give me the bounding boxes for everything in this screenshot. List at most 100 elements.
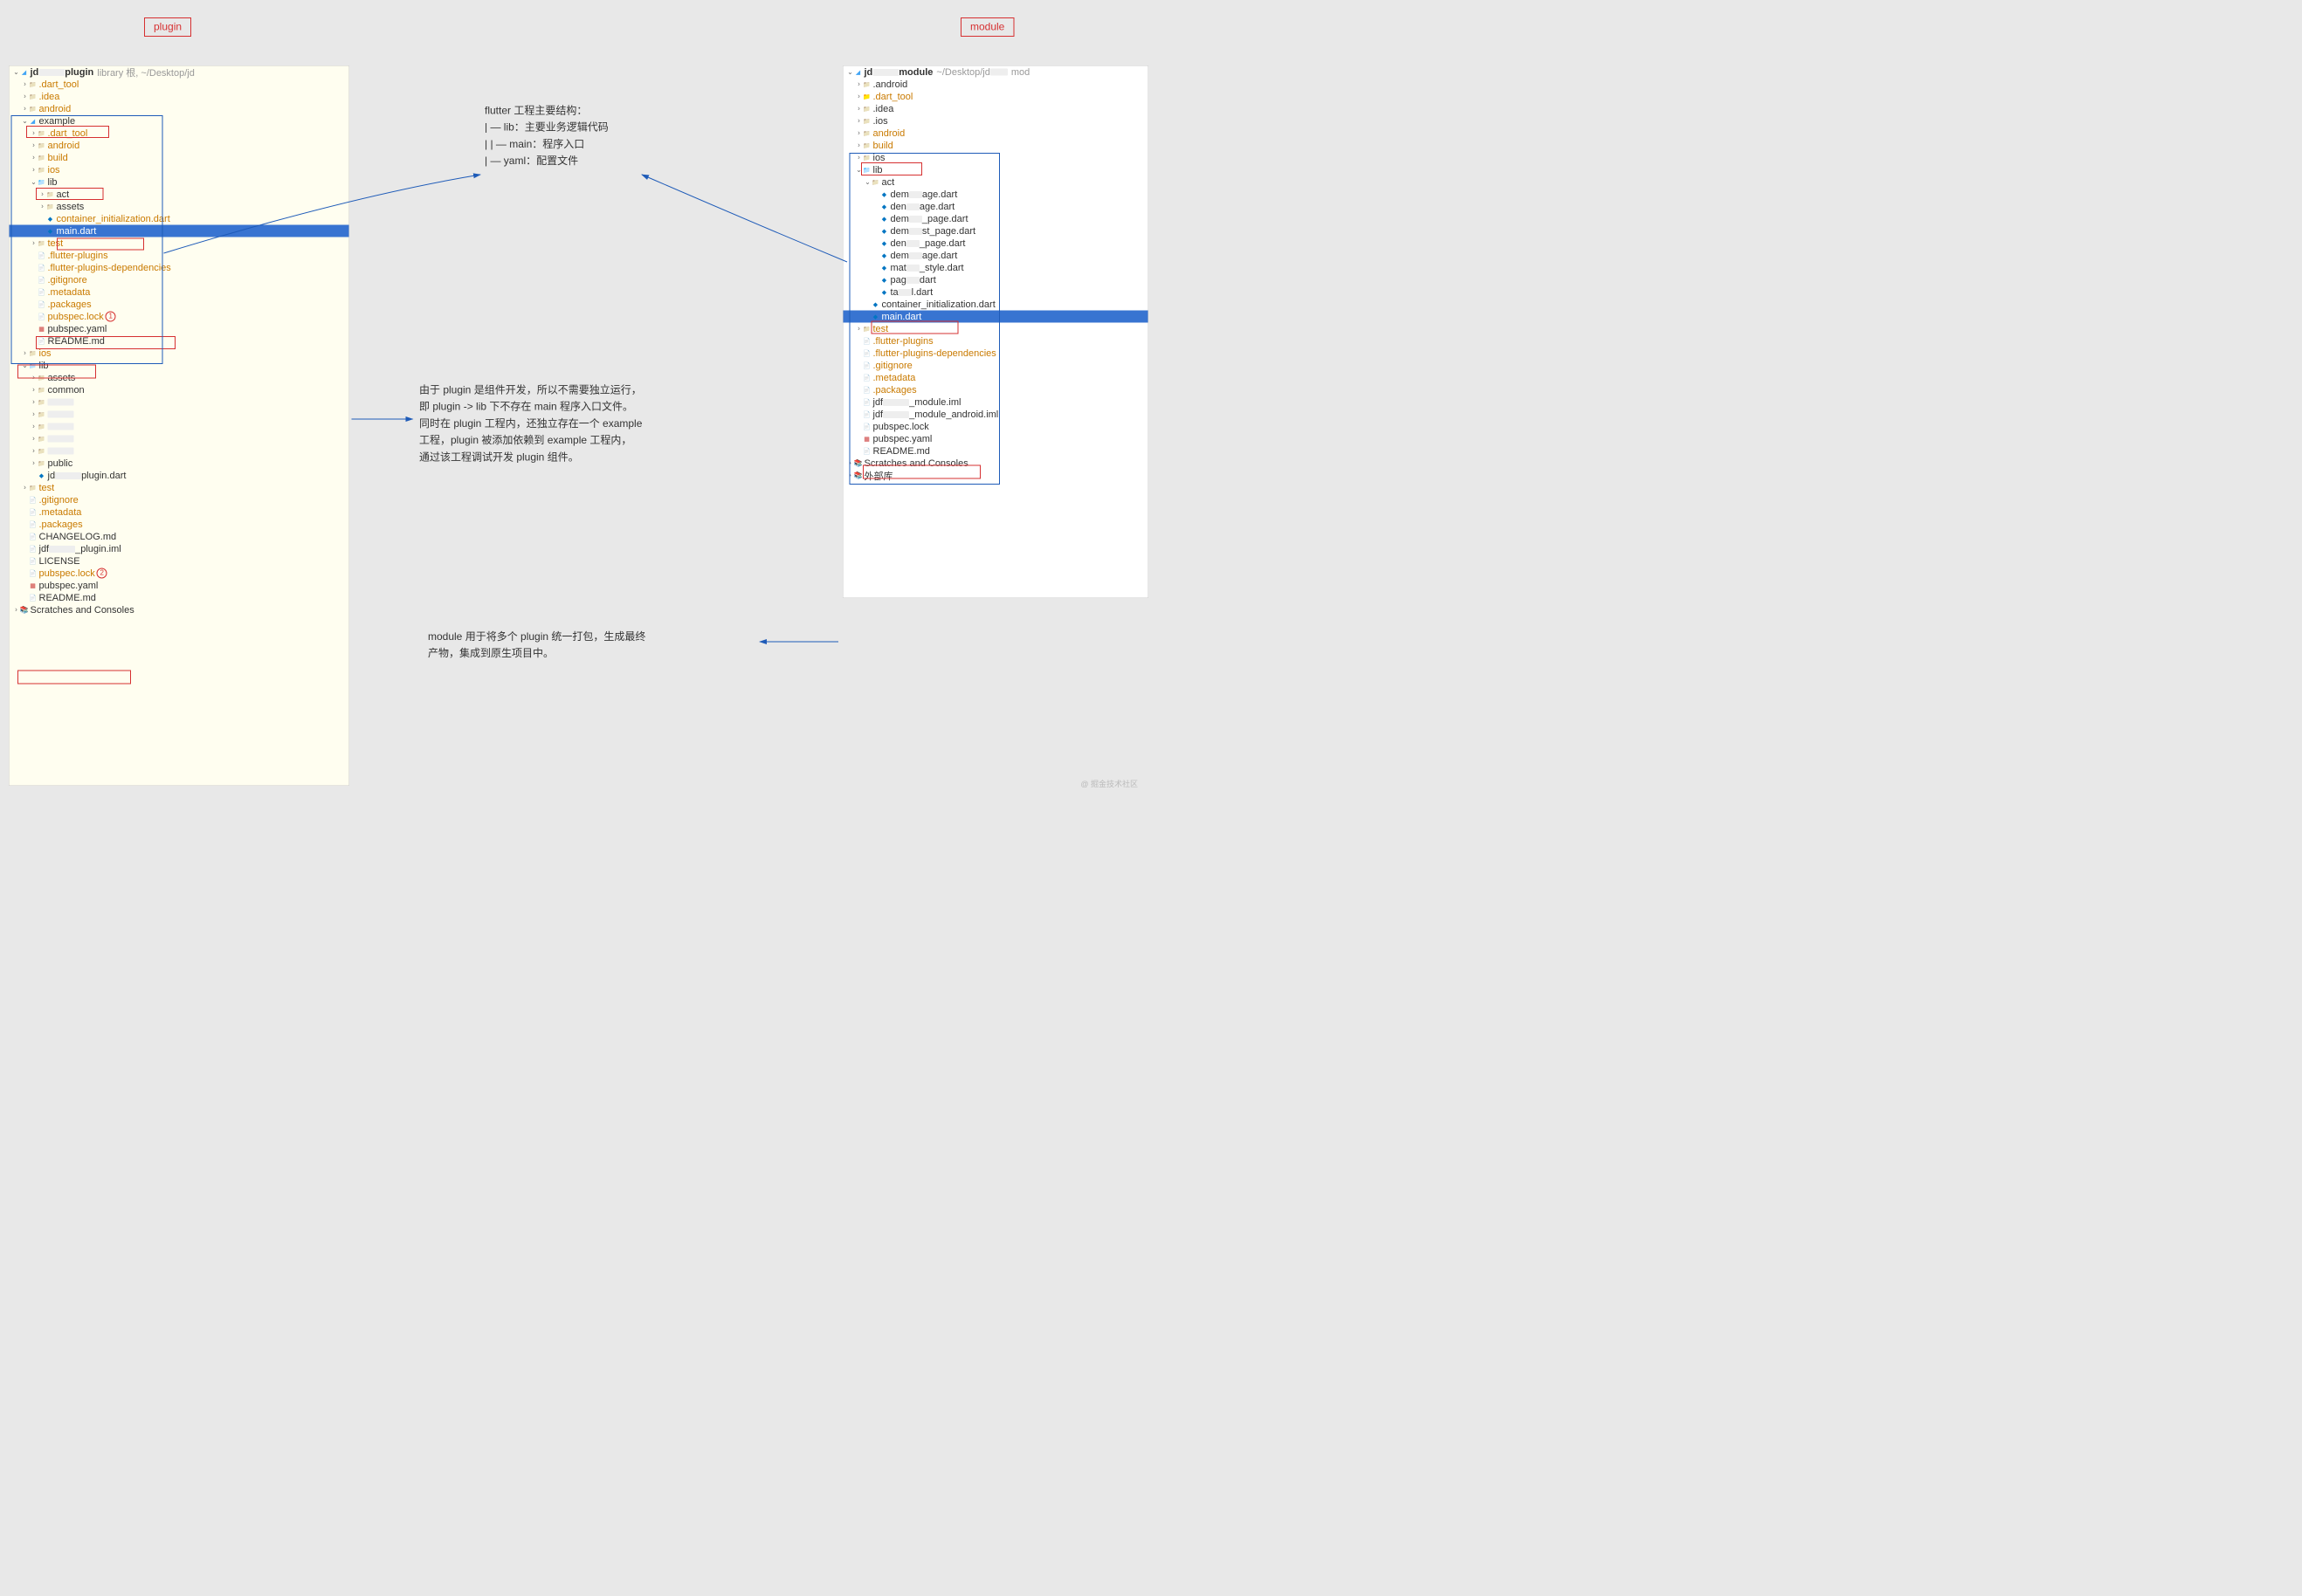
tree-row[interactable]: build	[844, 140, 1148, 152]
tree-row[interactable]	[10, 445, 349, 457]
tree-row[interactable]: demst_page.dart	[844, 225, 1148, 237]
prefix: jdf	[873, 409, 884, 420]
tree-row[interactable]: demage.dart	[844, 189, 1148, 201]
dart-icon	[880, 264, 889, 272]
suffix: _module_android.iml	[909, 409, 998, 420]
tree-row[interactable]: pubspec.yaml	[10, 580, 349, 592]
tree-row[interactable]	[10, 421, 349, 433]
tree-row[interactable]: .dart_tool	[844, 91, 1148, 103]
tree-row[interactable]: ios	[844, 152, 1148, 164]
tree-row[interactable]: .metadata	[844, 372, 1148, 384]
tree-row[interactable]: container_initialization.dart	[844, 299, 1148, 311]
tree-row[interactable]: ios	[10, 347, 349, 360]
tree-row[interactable]: pubspec.lock	[844, 421, 1148, 433]
tree-row[interactable]: public	[10, 457, 349, 470]
tree-row[interactable]: .dart_tool	[10, 127, 349, 140]
folder-icon	[38, 447, 46, 456]
tree-row[interactable]: .packages	[844, 384, 1148, 396]
tree-row[interactable]: README.md	[844, 445, 1148, 457]
tree-row[interactable]: denage.dart	[844, 201, 1148, 213]
tree-row[interactable]: common	[10, 384, 349, 396]
file-icon	[29, 545, 38, 554]
tree-row[interactable]: pubspec.yaml	[844, 433, 1148, 445]
tree-row[interactable]: .gitignore	[10, 494, 349, 506]
tree-row-scratches[interactable]: 📚Scratches and Consoles	[10, 604, 349, 616]
tree-row[interactable]: tal.dart	[844, 286, 1148, 299]
tree-row[interactable]: jdf_module.iml	[844, 396, 1148, 409]
annotation-module: module 用于将多个 plugin 统一打包，生成最终 产物，集成到原生项目…	[428, 629, 645, 662]
tree-row[interactable]: jdf _module_android.iml	[844, 409, 1148, 421]
tree-row[interactable]: LICENSE	[10, 555, 349, 568]
tree-row[interactable]: jdf_plugin.iml	[10, 543, 349, 555]
tree-row[interactable]: .android	[844, 79, 1148, 91]
file-name: pubspec.yaml	[873, 433, 933, 444]
tree-row-main-selected[interactable]: main.dart	[10, 225, 349, 237]
tree-row[interactable]: container_initialization.dart	[10, 213, 349, 225]
tree-row[interactable]: .flutter-plugins-dependencies	[844, 347, 1148, 360]
file-name: README.md	[873, 445, 930, 457]
tree-row[interactable]: act	[844, 176, 1148, 189]
tree-row[interactable]: test	[10, 237, 349, 250]
dart-icon	[872, 313, 880, 321]
tree-row[interactable]: .metadata	[10, 286, 349, 299]
tree-row[interactable]: android	[10, 103, 349, 115]
tree-row[interactable]: dem_page.dart	[844, 213, 1148, 225]
tree-row-lib[interactable]: lib	[10, 176, 349, 189]
tree-row[interactable]: android	[844, 127, 1148, 140]
tree-row[interactable]: README.md	[10, 592, 349, 604]
tree-row[interactable]: pubspec.lock1	[10, 311, 349, 323]
tree-row[interactable]: test	[844, 323, 1148, 335]
tree-row-external[interactable]: 📚外部库	[844, 470, 1148, 482]
folder-icon	[38, 141, 46, 150]
tree-root[interactable]: jdmodule ~/Desktop/jd mod	[844, 66, 1148, 79]
tree-row[interactable]	[10, 409, 349, 421]
tree-row-scratches[interactable]: 📚Scratches and Consoles	[844, 457, 1148, 470]
tree-row[interactable]: .gitignore	[10, 274, 349, 286]
badge-1: 1	[106, 312, 116, 322]
tree-row[interactable]: .metadata	[10, 506, 349, 519]
folder-icon	[863, 105, 872, 114]
tree-row[interactable]: build	[10, 152, 349, 164]
tree-row[interactable]: pagdart	[844, 274, 1148, 286]
tree-row[interactable]: jdplugin.dart	[10, 470, 349, 482]
tree-row[interactable]: .packages	[10, 519, 349, 531]
tree-root[interactable]: jdplugin library 根, ~/Desktop/jd	[10, 66, 349, 79]
tree-row[interactable]: assets	[10, 201, 349, 213]
blurred-text	[909, 191, 922, 198]
tree-row[interactable]: .ios	[844, 115, 1148, 127]
chevron-right-icon	[31, 435, 38, 443]
tree-row[interactable]: CHANGELOG.md	[10, 531, 349, 543]
tree-row[interactable]: pubspec.lock2	[10, 568, 349, 580]
tree-row[interactable]: .flutter-plugins	[844, 335, 1148, 347]
tree-row[interactable]: demage.dart	[844, 250, 1148, 262]
dart-icon	[880, 190, 889, 199]
tree-row[interactable]: test	[10, 482, 349, 494]
tree-row-example[interactable]: example	[10, 115, 349, 127]
tree-row[interactable]: .flutter-plugins-dependencies	[10, 262, 349, 274]
tree-row[interactable]: .dart_tool	[10, 79, 349, 91]
tree-row[interactable]: .flutter-plugins	[10, 250, 349, 262]
tree-row-main-selected[interactable]: main.dart	[844, 311, 1148, 323]
chevron-right-icon	[31, 410, 38, 418]
tree-row[interactable]: android	[10, 140, 349, 152]
tree-row[interactable]	[10, 433, 349, 445]
tree-row[interactable]: lib	[10, 360, 349, 372]
tree-row[interactable]: act	[10, 189, 349, 201]
tree-row[interactable]	[10, 396, 349, 409]
file-icon	[29, 520, 38, 529]
tree-row[interactable]: README.md	[10, 335, 349, 347]
dart-icon	[880, 288, 889, 297]
tree-row[interactable]: .packages	[10, 299, 349, 311]
tree-row[interactable]: .idea	[10, 91, 349, 103]
chevron-right-icon	[31, 374, 38, 382]
tree-row[interactable]: mat_style.dart	[844, 262, 1148, 274]
tree-row[interactable]: pubspec.yaml	[10, 323, 349, 335]
tree-row[interactable]: assets	[10, 372, 349, 384]
tree-row[interactable]: ios	[10, 164, 349, 176]
blurred-text	[48, 411, 74, 418]
tree-row[interactable]: den_page.dart	[844, 237, 1148, 250]
suffix: st_page.dart	[922, 225, 975, 237]
tree-row-lib[interactable]: lib	[844, 164, 1148, 176]
tree-row[interactable]: .idea	[844, 103, 1148, 115]
tree-row[interactable]: .gitignore	[844, 360, 1148, 372]
